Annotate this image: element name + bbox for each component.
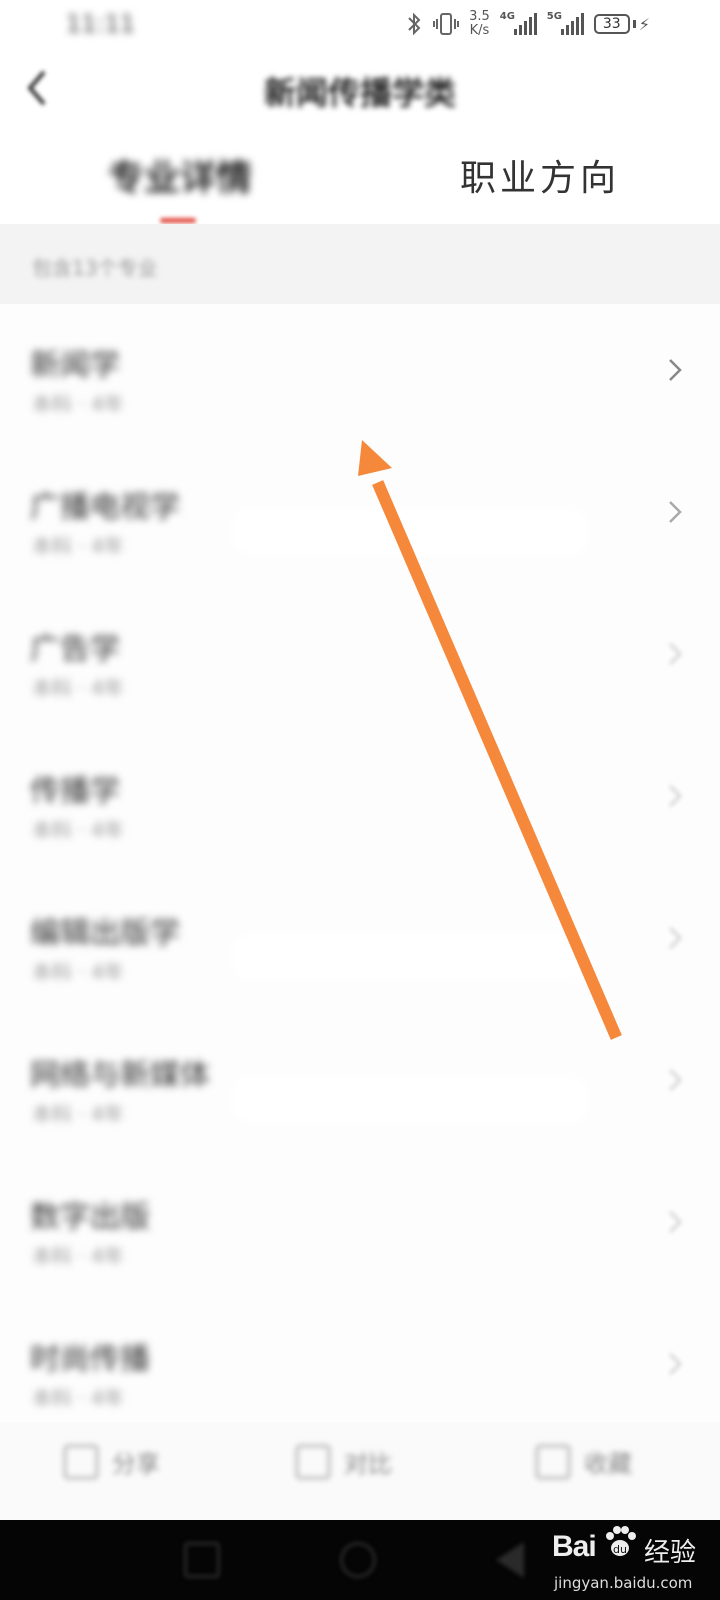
compare-label: 对比 [344,1450,392,1478]
major-meta: 本科 · 4年 [32,818,124,842]
chevron-right-icon [669,359,682,381]
net-speed-unit: K/s [469,23,490,38]
signal-sim1: 4G [499,11,537,35]
status-icons: 3.5 K/s 4G 5G 33 ⚡ [405,8,650,40]
major-meta: 本科 · 4年 [32,1244,124,1268]
tab-bar: 专业详情 职业方向 [0,134,720,224]
share-icon [64,1444,98,1479]
charging-icon: ⚡ [638,14,650,34]
share-button[interactable]: 分享 [64,1444,160,1479]
tab-career-direction[interactable]: 职业方向 [360,134,720,224]
baidu-jingyan-watermark: Bai du 经验 jingyan.baidu.com [552,1524,712,1596]
active-tab-indicator [160,218,196,223]
major-list: 新闻学 本科 · 4年 广播电视学 本科 · 4年 广告学 本科 · 4年 传播… [0,304,720,1422]
battery-icon: 33 ⚡ [593,14,650,34]
major-meta: 本科 · 4年 [32,1386,124,1410]
bluetooth-icon [408,12,421,36]
major-meta: 本科 · 4年 [32,960,124,984]
share-label: 分享 [112,1450,160,1478]
list-item[interactable]: 广告学 本科 · 4年 [0,588,720,732]
chevron-right-icon [669,1069,682,1091]
bookmark-icon [536,1444,570,1479]
status-bar: 11:11 3.5 K/s 4G 5G 33 ⚡ [0,0,720,48]
list-subheader: 包含13个专业 [0,224,720,304]
major-name: 广播电视学 [30,490,180,525]
sim2-type: 5G [546,11,562,22]
paw-icon: du [606,1526,636,1556]
title-bar: 新闻传播学类 [0,48,720,134]
list-item[interactable]: 编辑出版学 本科 · 4年 [0,872,720,1016]
list-item[interactable]: 时尚传播 本科 · 4年 [0,1298,720,1422]
net-speed: 3.5 K/s [469,10,490,38]
list-item[interactable]: 网络与新媒体 本科 · 4年 [0,1014,720,1158]
major-name: 数字出版 [30,1200,150,1235]
chevron-right-icon [669,501,682,523]
subheader-text: 包含13个专业 [32,256,158,280]
recent-apps-button[interactable] [184,1542,220,1578]
status-time: 11:11 [66,10,136,38]
major-meta: 本科 · 4年 [32,676,124,700]
compare-button[interactable]: 对比 [296,1444,392,1479]
sim1-type: 4G [499,11,515,22]
chevron-right-icon [669,785,682,807]
watermark-url: jingyan.baidu.com [554,1574,693,1592]
major-name: 时尚传播 [30,1342,150,1377]
list-item[interactable]: 数字出版 本科 · 4年 [0,1156,720,1300]
bottom-action-bar: 分享 对比 收藏 [0,1422,720,1520]
major-meta: 本科 · 4年 [32,392,124,416]
battery-level: 33 [593,14,630,34]
major-meta: 本科 · 4年 [32,1102,124,1126]
page-title: 新闻传播学类 [263,74,456,112]
bookmark-label: 收藏 [584,1450,632,1478]
bookmark-button[interactable]: 收藏 [536,1444,632,1479]
major-meta: 本科 · 4年 [32,534,124,558]
system-back-button[interactable] [496,1542,524,1578]
home-button[interactable] [340,1542,376,1578]
major-name: 新闻学 [30,348,120,383]
list-item[interactable]: 广播电视学 本科 · 4年 [0,446,720,590]
net-speed-value: 3.5 [469,9,490,24]
major-name: 传播学 [30,774,120,809]
svg-text:du: du [613,1543,627,1556]
chevron-right-icon [669,1353,682,1375]
tab-major-details[interactable]: 专业详情 [0,134,360,224]
major-name: 编辑出版学 [30,916,180,951]
chevron-right-icon [669,643,682,665]
chevron-right-icon [669,927,682,949]
signal-sim2: 5G [546,11,584,35]
watermark-cn: 经验 [644,1538,697,1568]
list-item[interactable]: 传播学 本科 · 4年 [0,730,720,874]
vibrate-icon [433,13,460,35]
compare-icon [296,1444,330,1479]
list-item[interactable]: 新闻学 本科 · 4年 [0,304,720,448]
major-name: 广告学 [30,632,120,667]
chevron-right-icon [669,1211,682,1233]
watermark-logo: Bai [552,1530,597,1563]
major-name: 网络与新媒体 [30,1058,210,1093]
